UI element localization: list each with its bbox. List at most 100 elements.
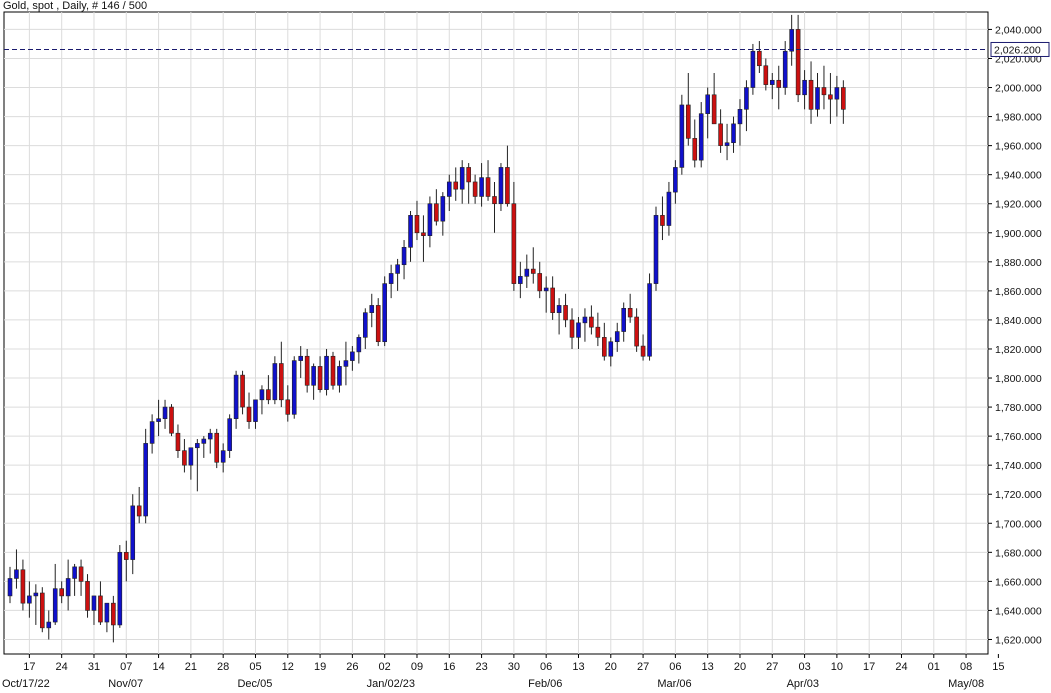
x-tick-label: 07 [120,661,132,673]
x-tick-label: 12 [282,661,294,673]
candle-down [550,287,555,313]
y-tick-label: 1,640.000 [995,605,1042,617]
candle-up [401,247,407,266]
x-tick-label: 02 [379,661,391,673]
x-tick-label: 27 [766,661,778,673]
x-tick-label: 15 [992,661,1004,673]
y-tick-label: 1,820.000 [995,344,1042,356]
candle-down [685,104,691,139]
candle-down [240,374,245,408]
month-label: Oct/17/22 [2,678,50,690]
candle-down [330,355,336,386]
candle-up [337,366,342,386]
plot-area [3,11,989,655]
candle-up [46,621,52,629]
candle-up [7,578,13,597]
candle-up [369,305,375,313]
x-tick-label: 05 [249,661,261,673]
y-tick-label: 1,740.000 [995,460,1042,472]
candle-up [744,87,749,110]
x-tick-label: 01 [928,661,940,673]
candle-up [388,273,394,284]
x-tick-label: 28 [217,661,229,673]
x-tick-label: 13 [572,661,584,673]
y-tick-label: 1,980.000 [995,112,1042,124]
y-axis: 1,620.000 1,640.000 1,660.000 1,680.000 1,70… [988,24,1042,646]
candle-up [324,355,329,390]
candle-down [757,50,762,67]
candle-up [298,355,304,361]
candle-up [802,79,807,96]
x-tick-label: 16 [443,661,455,673]
candle-up [614,331,620,343]
month-label: Jan/02/23 [367,678,415,690]
month-label: Apr/03 [787,678,819,690]
candle-up [272,363,278,401]
candle-up [220,450,226,463]
candle-down [421,232,426,236]
x-tick-label: 03 [798,661,810,673]
candle-down [808,79,814,110]
candle-down [589,316,594,328]
candle-down [821,87,827,96]
y-tick-label: 1,960.000 [995,141,1042,153]
candle-up [750,50,756,88]
candle-up [440,196,446,222]
candle-down [39,592,45,629]
x-tick-label: 17 [863,661,875,673]
candle-up [149,421,155,444]
x-tick-label: 24 [895,661,907,673]
candle-up [350,351,355,361]
month-label: Mar/06 [657,678,691,690]
y-tick-label: 1,920.000 [995,199,1042,211]
candle-down [505,167,510,205]
x-tick-label: 09 [411,661,423,673]
candle-down [640,345,646,357]
x-tick-label: 27 [637,661,649,673]
candle-down [763,65,769,85]
last-price-label: 2,026.200 [994,44,1041,56]
x-tick-label: 20 [734,661,746,673]
candle-up [608,341,614,357]
x-tick-label: 20 [605,661,617,673]
y-tick-label: 1,840.000 [995,315,1042,327]
candle-up [556,305,562,313]
y-tick-label: 1,780.000 [995,402,1042,414]
candle-up [27,595,32,604]
y-tick-label: 1,880.000 [995,257,1042,269]
candle-down [569,319,575,338]
candle-down [285,399,291,415]
candle-up [673,167,678,193]
candle-down [214,432,220,463]
candle-up [156,418,161,422]
candle-up [259,389,265,401]
x-axis: 17 24 31 07 14 21 28 05 12 19 26 02 09 16 23 30 06 13 20 27… [2,654,1005,690]
y-tick-label: 1,660.000 [995,576,1042,588]
candle-down [530,268,536,274]
candle-down [136,505,142,517]
candle-down [828,94,833,100]
candle-up [815,87,820,110]
month-label: Dec/05 [237,678,272,690]
candle-up [343,360,349,367]
candle-down [634,316,639,347]
candle-up [647,283,652,357]
y-tick-label: 1,800.000 [995,373,1042,385]
candle-down [304,355,310,386]
y-tick-label: 2,000.000 [995,83,1042,95]
candle-down [85,581,90,611]
x-tick-label: 06 [540,661,552,673]
candle-up [524,268,530,277]
candlestick-chart[interactable]: 1,620.000 1,640.000 1,660.000 1,680.000 1,70… [0,0,1051,693]
candle-up [356,337,362,353]
candle-up [188,447,194,466]
candle-up [117,552,123,626]
x-tick-label: 10 [831,661,843,673]
candle-up [666,191,672,226]
x-tick-label: 08 [960,661,972,673]
candle-up [195,443,200,449]
candle-up [576,322,581,338]
candle-up [705,94,710,114]
candle-down [266,389,271,401]
month-label: May/08 [948,678,984,690]
